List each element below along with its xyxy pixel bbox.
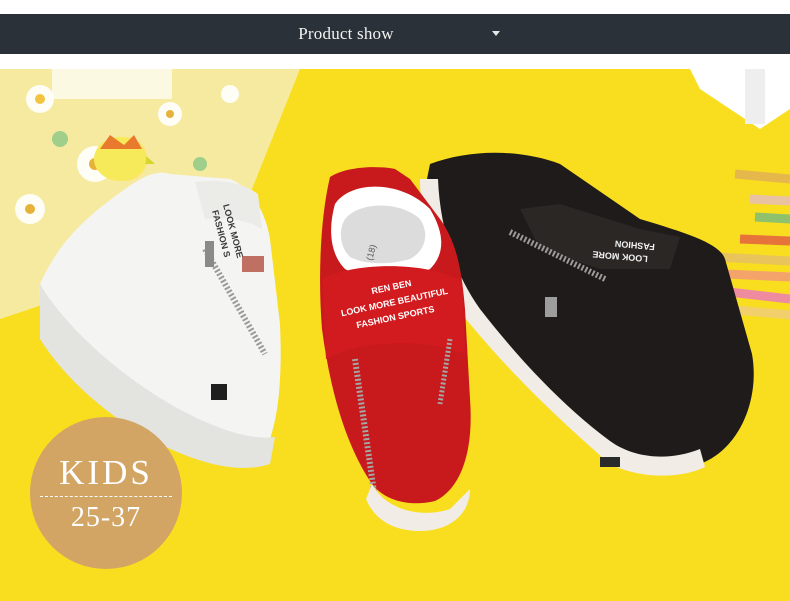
caret-down-icon[interactable] bbox=[492, 31, 500, 36]
badge-divider bbox=[40, 496, 172, 497]
badge-kids-label: KIDS bbox=[59, 453, 153, 492]
badge-size-range: 25-37 bbox=[70, 502, 142, 533]
section-title[interactable]: Product show bbox=[0, 14, 692, 54]
size-badge: KIDS 25-37 bbox=[30, 417, 182, 569]
header-bar: Product show bbox=[0, 14, 790, 54]
